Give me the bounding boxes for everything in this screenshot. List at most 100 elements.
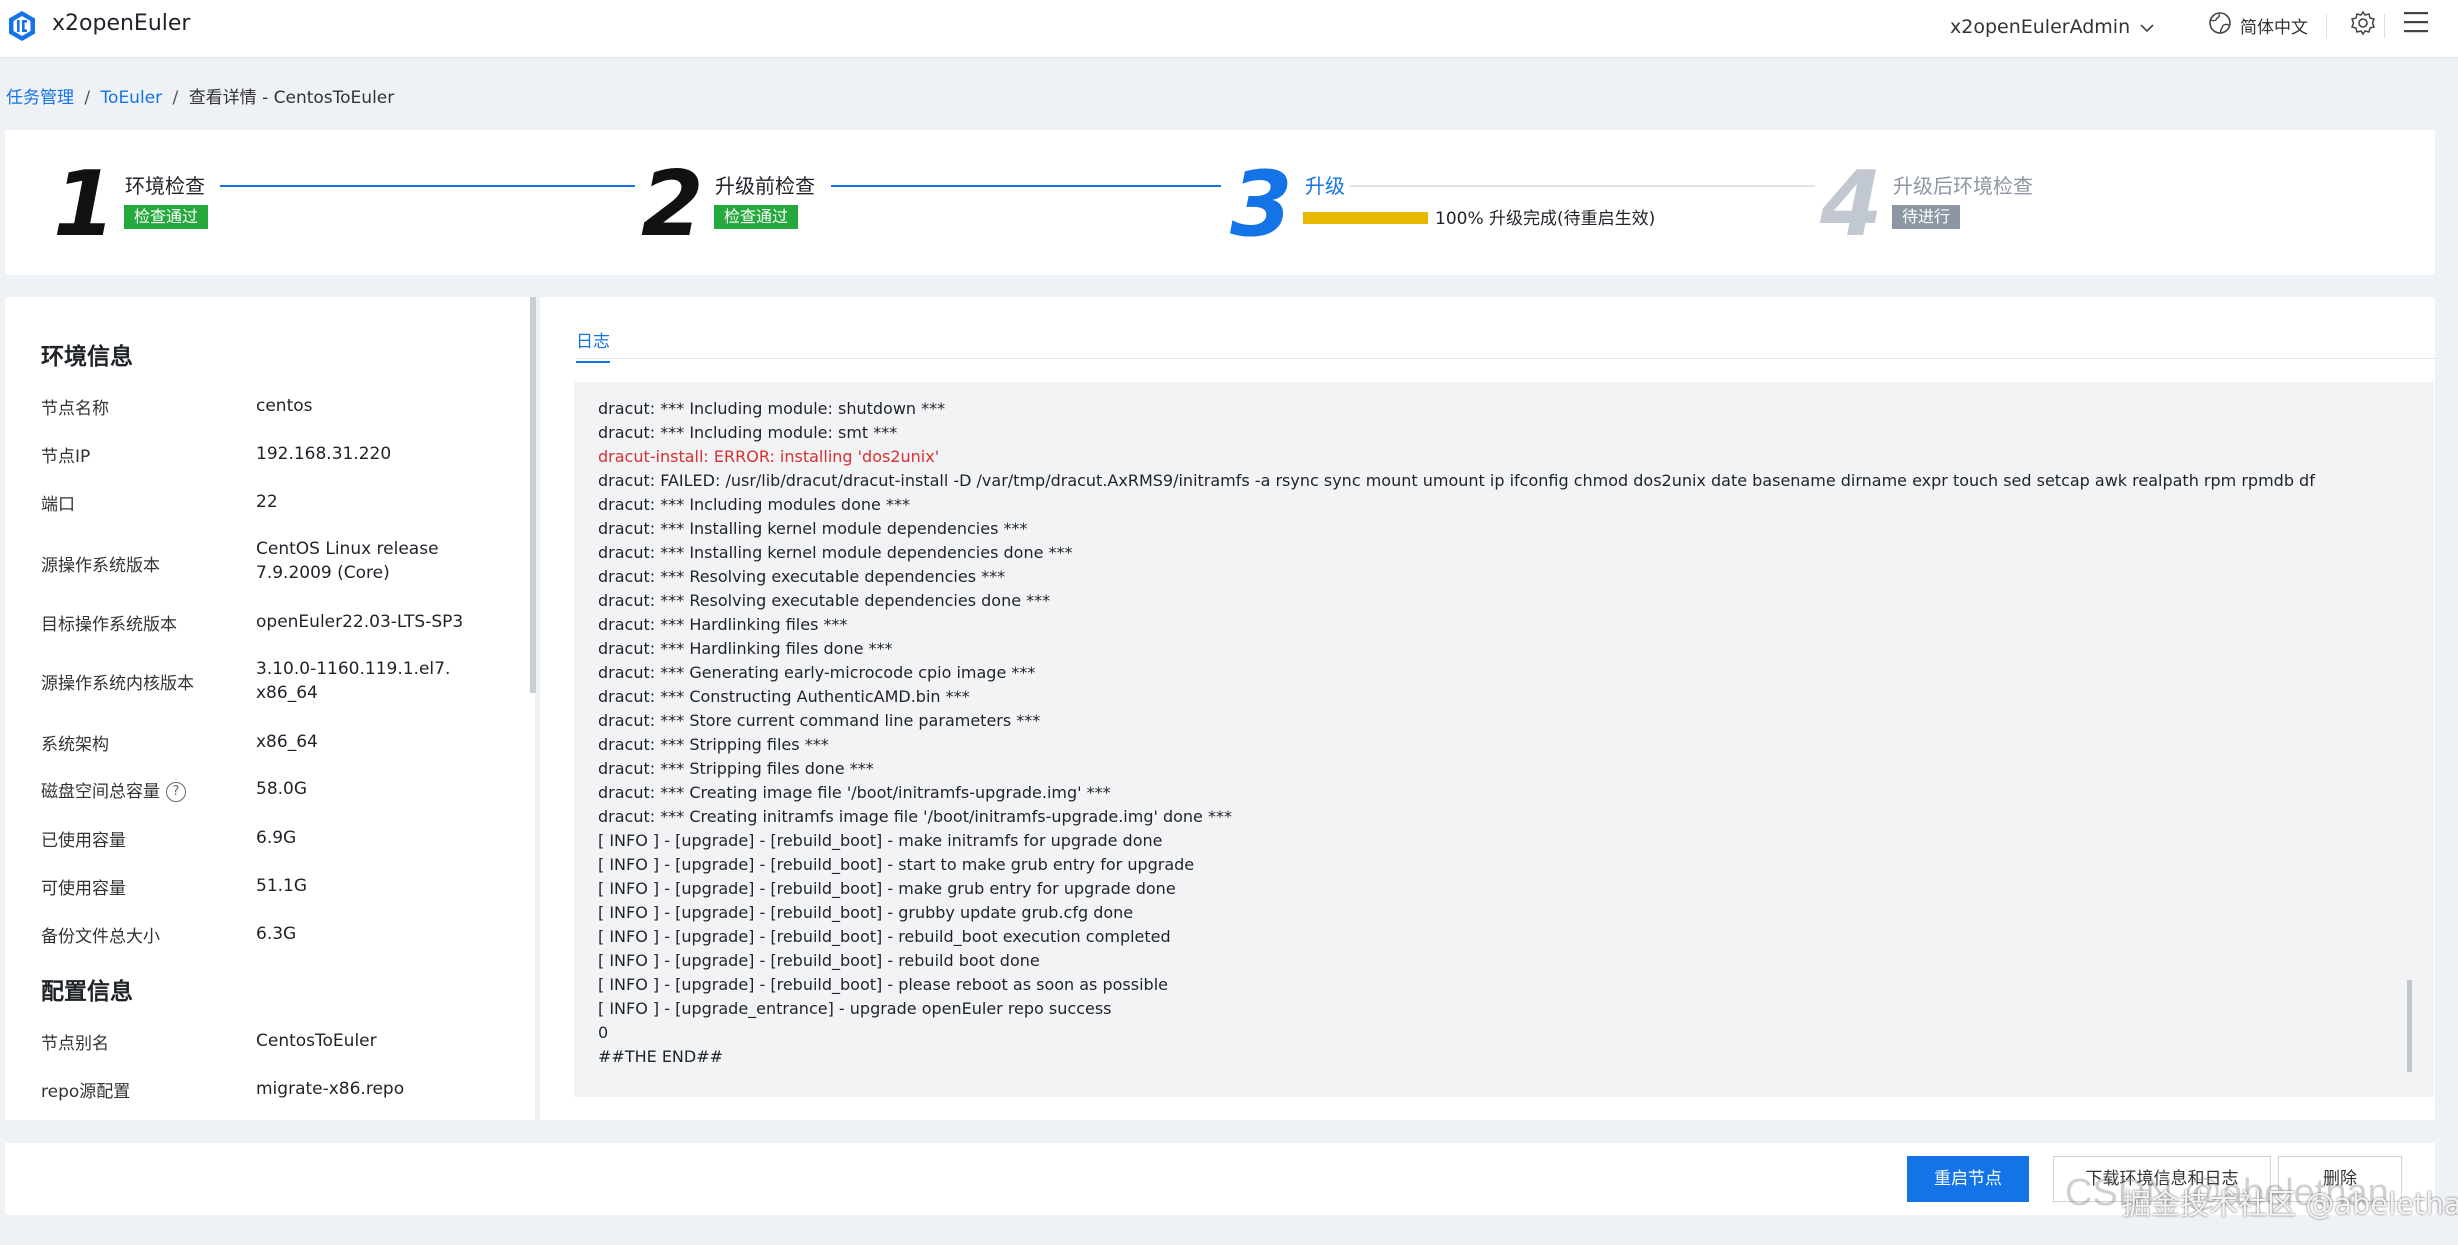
breadcrumb-toeuler[interactable]: ToEuler bbox=[101, 88, 163, 108]
step-3-title: 升级 bbox=[1305, 174, 1345, 198]
log-line: 0 bbox=[598, 1023, 609, 1042]
user-menu[interactable]: x2openEulerAdmin bbox=[1950, 12, 2154, 42]
breadcrumb-task-management[interactable]: 任务管理 bbox=[6, 88, 74, 108]
info-value: migrate-x86.repo bbox=[256, 1079, 405, 1099]
upgrade-progress-bar bbox=[1303, 212, 1428, 224]
log-line: dracut: *** Resolving executable depende… bbox=[598, 591, 1051, 610]
step-4-status-badge: 待进行 bbox=[1892, 205, 1961, 229]
log-line: dracut: *** Constructing AuthenticAMD.bi… bbox=[598, 687, 970, 706]
step-2-status-badge: 检查通过 bbox=[714, 205, 799, 229]
info-value: 192.168.31.220 bbox=[256, 444, 392, 464]
info-value: 22 bbox=[256, 492, 278, 512]
divider bbox=[2384, 14, 2385, 38]
log-line: dracut: *** Stripping files *** bbox=[598, 735, 829, 754]
config-info-title: 配置信息 bbox=[41, 979, 133, 1005]
info-value: 58.0G bbox=[256, 779, 308, 799]
log-line: dracut: *** Creating image file '/boot/i… bbox=[598, 783, 1111, 802]
log-line: dracut: *** Installing kernel module dep… bbox=[598, 543, 1073, 562]
breadcrumb-current: 查看详情 - CentosToEuler bbox=[188, 88, 395, 108]
breadcrumb-separator: / bbox=[84, 88, 91, 108]
info-value: 6.9G bbox=[256, 828, 297, 848]
log-output[interactable]: dracut: *** Including module: shutdown *… bbox=[574, 382, 2434, 1097]
settings-gear-icon[interactable] bbox=[2350, 10, 2376, 36]
info-value: openEuler22.03-LTS-SP3 bbox=[256, 612, 464, 632]
log-line: dracut: *** Stripping files done *** bbox=[598, 759, 874, 778]
log-line: dracut: *** Creating initramfs image fil… bbox=[598, 807, 1232, 826]
info-label: 节点别名 bbox=[41, 1034, 109, 1054]
help-question-icon[interactable]: ? bbox=[166, 782, 186, 802]
info-label: 磁盘空间总容量? bbox=[41, 777, 186, 802]
log-line: dracut: *** Store current command line p… bbox=[598, 711, 1041, 730]
log-line: dracut: *** Including modules done *** bbox=[598, 495, 910, 514]
globe-icon bbox=[2208, 11, 2232, 40]
log-line: dracut: *** Including module: shutdown *… bbox=[598, 399, 946, 418]
hamburger-menu-icon[interactable] bbox=[2402, 8, 2430, 36]
upgrade-progress-fill bbox=[1303, 212, 1428, 224]
env-info-title: 环境信息 bbox=[41, 344, 133, 370]
top-bar: x2openEuler x2openEulerAdmin 简体中文 bbox=[0, 0, 2458, 58]
log-panel: 日志 dracut: *** Including module: shutdow… bbox=[540, 297, 2435, 1120]
log-line: dracut: *** Installing kernel module dep… bbox=[598, 519, 1028, 538]
info-label: 节点名称 bbox=[41, 399, 109, 419]
step-connector bbox=[220, 185, 635, 187]
log-line: dracut-install: ERROR: installing 'dos2u… bbox=[598, 447, 940, 466]
info-value: CentOS Linux release 7.9.2009 (Core) bbox=[256, 539, 439, 583]
info-label: 源操作系统版本 bbox=[41, 556, 160, 576]
log-line: [ INFO ] - [upgrade] - [rebuild_boot] - … bbox=[598, 951, 1040, 970]
log-line: dracut: *** Hardlinking files done *** bbox=[598, 639, 893, 658]
step-connector bbox=[831, 185, 1221, 187]
step-4-title: 升级后环境检查 bbox=[1893, 174, 2033, 198]
upgrade-steps: 1 环境检查 检查通过 2 升级前检查 检查通过 3 升级 100% 升级完成(… bbox=[5, 130, 2435, 275]
info-label: 源操作系统内核版本 bbox=[41, 674, 194, 694]
log-line: dracut: *** Hardlinking files *** bbox=[598, 615, 848, 634]
log-line: [ INFO ] - [upgrade] - [rebuild_boot] - … bbox=[598, 831, 1163, 850]
log-line: dracut: *** Resolving executable depende… bbox=[598, 567, 1006, 586]
step-1-title: 环境检查 bbox=[125, 174, 205, 198]
info-label: 系统架构 bbox=[41, 735, 109, 755]
log-line: [ INFO ] - [upgrade] - [rebuild_boot] - … bbox=[598, 927, 1171, 946]
log-line: [ INFO ] - [upgrade] - [rebuild_boot] - … bbox=[598, 855, 1195, 874]
log-line: dracut: FAILED: /usr/lib/dracut/dracut-i… bbox=[598, 471, 2315, 490]
step-2-number: 2 bbox=[641, 152, 704, 257]
info-label: 端口 bbox=[41, 495, 75, 515]
log-line: [ INFO ] - [upgrade_entrance] - upgrade … bbox=[598, 999, 1112, 1018]
info-panel-scrollbar[interactable] bbox=[530, 297, 536, 693]
log-lines: dracut: *** Including module: shutdown *… bbox=[598, 397, 2315, 1069]
divider bbox=[2326, 14, 2327, 38]
step-3-number: 3 bbox=[1230, 152, 1293, 257]
log-line: [ INFO ] - [upgrade] - [rebuild_boot] - … bbox=[598, 879, 1176, 898]
info-label: 节点IP bbox=[41, 447, 91, 467]
language-switch[interactable]: 简体中文 bbox=[2208, 10, 2308, 40]
info-label: 已使用容量 bbox=[41, 831, 126, 851]
app-logo-icon bbox=[6, 10, 38, 42]
log-line: [ INFO ] - [upgrade] - [rebuild_boot] - … bbox=[598, 975, 1168, 994]
user-name: x2openEulerAdmin bbox=[1950, 16, 2131, 38]
log-line: dracut: *** Generating early-microcode c… bbox=[598, 663, 1036, 682]
step-4-number: 4 bbox=[1820, 152, 1883, 257]
log-line: ##THE END## bbox=[598, 1047, 724, 1066]
info-value: 51.1G bbox=[256, 876, 308, 896]
breadcrumb-separator: / bbox=[172, 88, 179, 108]
step-1-status-badge: 检查通过 bbox=[124, 205, 209, 229]
log-line: [ INFO ] - [upgrade] - [rebuild_boot] - … bbox=[598, 903, 1134, 922]
upgrade-progress-text: 100% 升级完成(待重启生效) bbox=[1435, 209, 1656, 229]
reboot-node-button[interactable]: 重启节点 bbox=[1907, 1156, 2029, 1202]
info-value: CentosToEuler bbox=[256, 1031, 377, 1051]
info-value: x86_64 bbox=[256, 732, 318, 752]
step-connector bbox=[1350, 185, 1815, 187]
step-2-title: 升级前检查 bbox=[715, 174, 815, 198]
info-value: 3.10.0-1160.119.1.el7.x86_64 bbox=[256, 659, 451, 703]
info-label-text: 磁盘空间总容量 bbox=[41, 782, 160, 802]
info-value: 6.3G bbox=[256, 924, 297, 944]
chevron-down-icon bbox=[2140, 16, 2154, 38]
log-scrollbar[interactable] bbox=[2407, 980, 2412, 1072]
info-label: 目标操作系统版本 bbox=[41, 615, 177, 635]
step-1-number: 1 bbox=[53, 152, 116, 257]
info-label: repo源配置 bbox=[41, 1082, 131, 1102]
log-line: dracut: *** Including module: smt *** bbox=[598, 423, 898, 442]
app-title: x2openEuler bbox=[52, 11, 191, 36]
info-label: 备份文件总大小 bbox=[41, 927, 160, 947]
environment-info-panel[interactable]: 环境信息 节点名称 centos 节点IP 192.168.31.220 端口 … bbox=[5, 297, 535, 1120]
watermark-cn: 掘金技术社区 @abelethan bbox=[2122, 1187, 2458, 1221]
breadcrumb: 任务管理 / ToEuler / 查看详情 - CentosToEuler bbox=[6, 83, 394, 108]
